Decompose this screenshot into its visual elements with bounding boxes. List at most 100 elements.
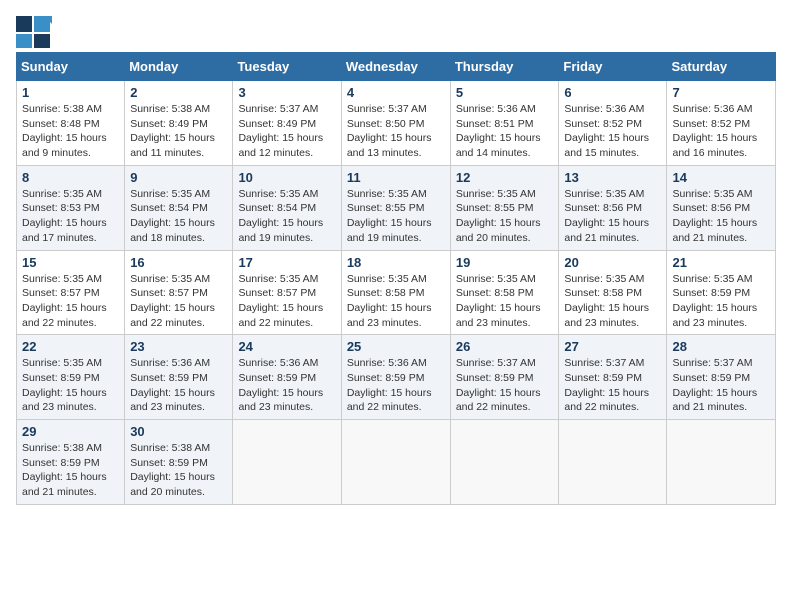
calendar-cell: 11 Sunrise: 5:35 AM Sunset: 8:55 PM Dayl…	[341, 165, 450, 250]
day-number: 29	[22, 424, 119, 439]
calendar-cell	[667, 420, 776, 505]
day-detail: Sunrise: 5:35 AM Sunset: 8:55 PM Dayligh…	[456, 187, 554, 246]
calendar-week-3: 15 Sunrise: 5:35 AM Sunset: 8:57 PM Dayl…	[17, 250, 776, 335]
day-header-friday: Friday	[559, 53, 667, 81]
calendar-cell	[559, 420, 667, 505]
calendar-cell: 2 Sunrise: 5:38 AM Sunset: 8:49 PM Dayli…	[125, 81, 233, 166]
day-detail: Sunrise: 5:35 AM Sunset: 8:58 PM Dayligh…	[564, 272, 661, 331]
calendar-cell: 10 Sunrise: 5:35 AM Sunset: 8:54 PM Dayl…	[233, 165, 341, 250]
calendar-cell: 19 Sunrise: 5:35 AM Sunset: 8:58 PM Dayl…	[450, 250, 559, 335]
day-number: 9	[130, 170, 227, 185]
day-detail: Sunrise: 5:37 AM Sunset: 8:49 PM Dayligh…	[238, 102, 335, 161]
day-number: 14	[672, 170, 770, 185]
day-detail: Sunrise: 5:36 AM Sunset: 8:52 PM Dayligh…	[672, 102, 770, 161]
day-number: 27	[564, 339, 661, 354]
calendar-cell	[450, 420, 559, 505]
day-number: 8	[22, 170, 119, 185]
calendar-cell: 26 Sunrise: 5:37 AM Sunset: 8:59 PM Dayl…	[450, 335, 559, 420]
day-detail: Sunrise: 5:35 AM Sunset: 8:58 PM Dayligh…	[456, 272, 554, 331]
calendar-cell: 29 Sunrise: 5:38 AM Sunset: 8:59 PM Dayl…	[17, 420, 125, 505]
day-number: 11	[347, 170, 445, 185]
day-number: 20	[564, 255, 661, 270]
day-number: 19	[456, 255, 554, 270]
calendar-cell: 9 Sunrise: 5:35 AM Sunset: 8:54 PM Dayli…	[125, 165, 233, 250]
calendar-cell: 8 Sunrise: 5:35 AM Sunset: 8:53 PM Dayli…	[17, 165, 125, 250]
calendar-cell: 1 Sunrise: 5:38 AM Sunset: 8:48 PM Dayli…	[17, 81, 125, 166]
day-number: 13	[564, 170, 661, 185]
calendar-cell: 16 Sunrise: 5:35 AM Sunset: 8:57 PM Dayl…	[125, 250, 233, 335]
day-number: 5	[456, 85, 554, 100]
logo-icon	[16, 16, 48, 44]
day-number: 18	[347, 255, 445, 270]
day-number: 2	[130, 85, 227, 100]
day-detail: Sunrise: 5:36 AM Sunset: 8:52 PM Dayligh…	[564, 102, 661, 161]
calendar-cell: 17 Sunrise: 5:35 AM Sunset: 8:57 PM Dayl…	[233, 250, 341, 335]
day-header-tuesday: Tuesday	[233, 53, 341, 81]
day-detail: Sunrise: 5:35 AM Sunset: 8:57 PM Dayligh…	[238, 272, 335, 331]
day-detail: Sunrise: 5:36 AM Sunset: 8:59 PM Dayligh…	[130, 356, 227, 415]
day-number: 10	[238, 170, 335, 185]
calendar-week-2: 8 Sunrise: 5:35 AM Sunset: 8:53 PM Dayli…	[17, 165, 776, 250]
calendar-cell: 30 Sunrise: 5:38 AM Sunset: 8:59 PM Dayl…	[125, 420, 233, 505]
calendar-cell: 15 Sunrise: 5:35 AM Sunset: 8:57 PM Dayl…	[17, 250, 125, 335]
day-number: 1	[22, 85, 119, 100]
calendar-body: 1 Sunrise: 5:38 AM Sunset: 8:48 PM Dayli…	[17, 81, 776, 505]
calendar-cell: 7 Sunrise: 5:36 AM Sunset: 8:52 PM Dayli…	[667, 81, 776, 166]
calendar-cell: 23 Sunrise: 5:36 AM Sunset: 8:59 PM Dayl…	[125, 335, 233, 420]
calendar-cell: 14 Sunrise: 5:35 AM Sunset: 8:56 PM Dayl…	[667, 165, 776, 250]
calendar-cell: 5 Sunrise: 5:36 AM Sunset: 8:51 PM Dayli…	[450, 81, 559, 166]
calendar-cell: 21 Sunrise: 5:35 AM Sunset: 8:59 PM Dayl…	[667, 250, 776, 335]
calendar-cell: 13 Sunrise: 5:35 AM Sunset: 8:56 PM Dayl…	[559, 165, 667, 250]
day-detail: Sunrise: 5:36 AM Sunset: 8:51 PM Dayligh…	[456, 102, 554, 161]
calendar-cell: 3 Sunrise: 5:37 AM Sunset: 8:49 PM Dayli…	[233, 81, 341, 166]
day-detail: Sunrise: 5:38 AM Sunset: 8:59 PM Dayligh…	[22, 441, 119, 500]
calendar-cell: 20 Sunrise: 5:35 AM Sunset: 8:58 PM Dayl…	[559, 250, 667, 335]
calendar-cell: 22 Sunrise: 5:35 AM Sunset: 8:59 PM Dayl…	[17, 335, 125, 420]
day-detail: Sunrise: 5:35 AM Sunset: 8:53 PM Dayligh…	[22, 187, 119, 246]
day-number: 22	[22, 339, 119, 354]
calendar-cell: 28 Sunrise: 5:37 AM Sunset: 8:59 PM Dayl…	[667, 335, 776, 420]
day-detail: Sunrise: 5:35 AM Sunset: 8:59 PM Dayligh…	[672, 272, 770, 331]
day-number: 24	[238, 339, 335, 354]
calendar-cell: 24 Sunrise: 5:36 AM Sunset: 8:59 PM Dayl…	[233, 335, 341, 420]
day-detail: Sunrise: 5:38 AM Sunset: 8:49 PM Dayligh…	[130, 102, 227, 161]
day-number: 21	[672, 255, 770, 270]
day-detail: Sunrise: 5:37 AM Sunset: 8:59 PM Dayligh…	[564, 356, 661, 415]
day-detail: Sunrise: 5:36 AM Sunset: 8:59 PM Dayligh…	[238, 356, 335, 415]
day-number: 17	[238, 255, 335, 270]
day-detail: Sunrise: 5:35 AM Sunset: 8:56 PM Dayligh…	[564, 187, 661, 246]
page-header	[16, 16, 776, 44]
day-header-wednesday: Wednesday	[341, 53, 450, 81]
calendar-cell: 18 Sunrise: 5:35 AM Sunset: 8:58 PM Dayl…	[341, 250, 450, 335]
day-number: 6	[564, 85, 661, 100]
calendar-cell: 12 Sunrise: 5:35 AM Sunset: 8:55 PM Dayl…	[450, 165, 559, 250]
day-detail: Sunrise: 5:37 AM Sunset: 8:59 PM Dayligh…	[672, 356, 770, 415]
calendar-cell: 4 Sunrise: 5:37 AM Sunset: 8:50 PM Dayli…	[341, 81, 450, 166]
day-detail: Sunrise: 5:37 AM Sunset: 8:50 PM Dayligh…	[347, 102, 445, 161]
day-detail: Sunrise: 5:35 AM Sunset: 8:54 PM Dayligh…	[130, 187, 227, 246]
day-number: 25	[347, 339, 445, 354]
calendar-cell: 25 Sunrise: 5:36 AM Sunset: 8:59 PM Dayl…	[341, 335, 450, 420]
logo	[16, 16, 52, 44]
day-number: 4	[347, 85, 445, 100]
day-number: 7	[672, 85, 770, 100]
calendar-cell: 6 Sunrise: 5:36 AM Sunset: 8:52 PM Dayli…	[559, 81, 667, 166]
calendar-cell	[233, 420, 341, 505]
day-detail: Sunrise: 5:35 AM Sunset: 8:56 PM Dayligh…	[672, 187, 770, 246]
day-detail: Sunrise: 5:35 AM Sunset: 8:58 PM Dayligh…	[347, 272, 445, 331]
day-detail: Sunrise: 5:35 AM Sunset: 8:54 PM Dayligh…	[238, 187, 335, 246]
calendar-header-row: SundayMondayTuesdayWednesdayThursdayFrid…	[17, 53, 776, 81]
day-header-saturday: Saturday	[667, 53, 776, 81]
day-detail: Sunrise: 5:36 AM Sunset: 8:59 PM Dayligh…	[347, 356, 445, 415]
day-number: 26	[456, 339, 554, 354]
day-number: 16	[130, 255, 227, 270]
day-header-monday: Monday	[125, 53, 233, 81]
calendar-week-1: 1 Sunrise: 5:38 AM Sunset: 8:48 PM Dayli…	[17, 81, 776, 166]
day-number: 30	[130, 424, 227, 439]
day-detail: Sunrise: 5:35 AM Sunset: 8:55 PM Dayligh…	[347, 187, 445, 246]
day-detail: Sunrise: 5:37 AM Sunset: 8:59 PM Dayligh…	[456, 356, 554, 415]
calendar-cell: 27 Sunrise: 5:37 AM Sunset: 8:59 PM Dayl…	[559, 335, 667, 420]
day-detail: Sunrise: 5:38 AM Sunset: 8:59 PM Dayligh…	[130, 441, 227, 500]
day-number: 15	[22, 255, 119, 270]
calendar-table: SundayMondayTuesdayWednesdayThursdayFrid…	[16, 52, 776, 505]
